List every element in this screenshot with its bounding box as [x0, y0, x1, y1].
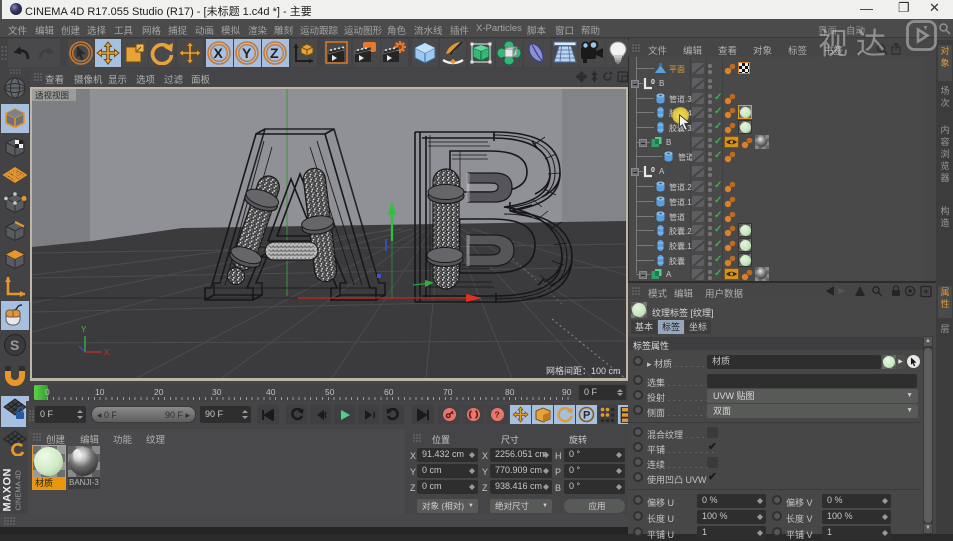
svg-text:Y: Y: [81, 325, 87, 334]
svg-text:X: X: [104, 348, 110, 357]
svg-text:0: 0: [651, 79, 655, 86]
svg-text:0: 0: [651, 167, 655, 174]
svg-text:X: X: [214, 45, 224, 61]
svg-text:P: P: [583, 410, 590, 422]
svg-text:?: ?: [494, 409, 499, 419]
svg-text:Z: Z: [270, 45, 279, 61]
svg-text:透视视图: 透视视图: [35, 91, 69, 101]
svg-text:Y: Y: [242, 45, 252, 61]
svg-text:S: S: [10, 337, 19, 353]
svg-text:网格间距：100 cm: 网格间距：100 cm: [546, 365, 621, 376]
